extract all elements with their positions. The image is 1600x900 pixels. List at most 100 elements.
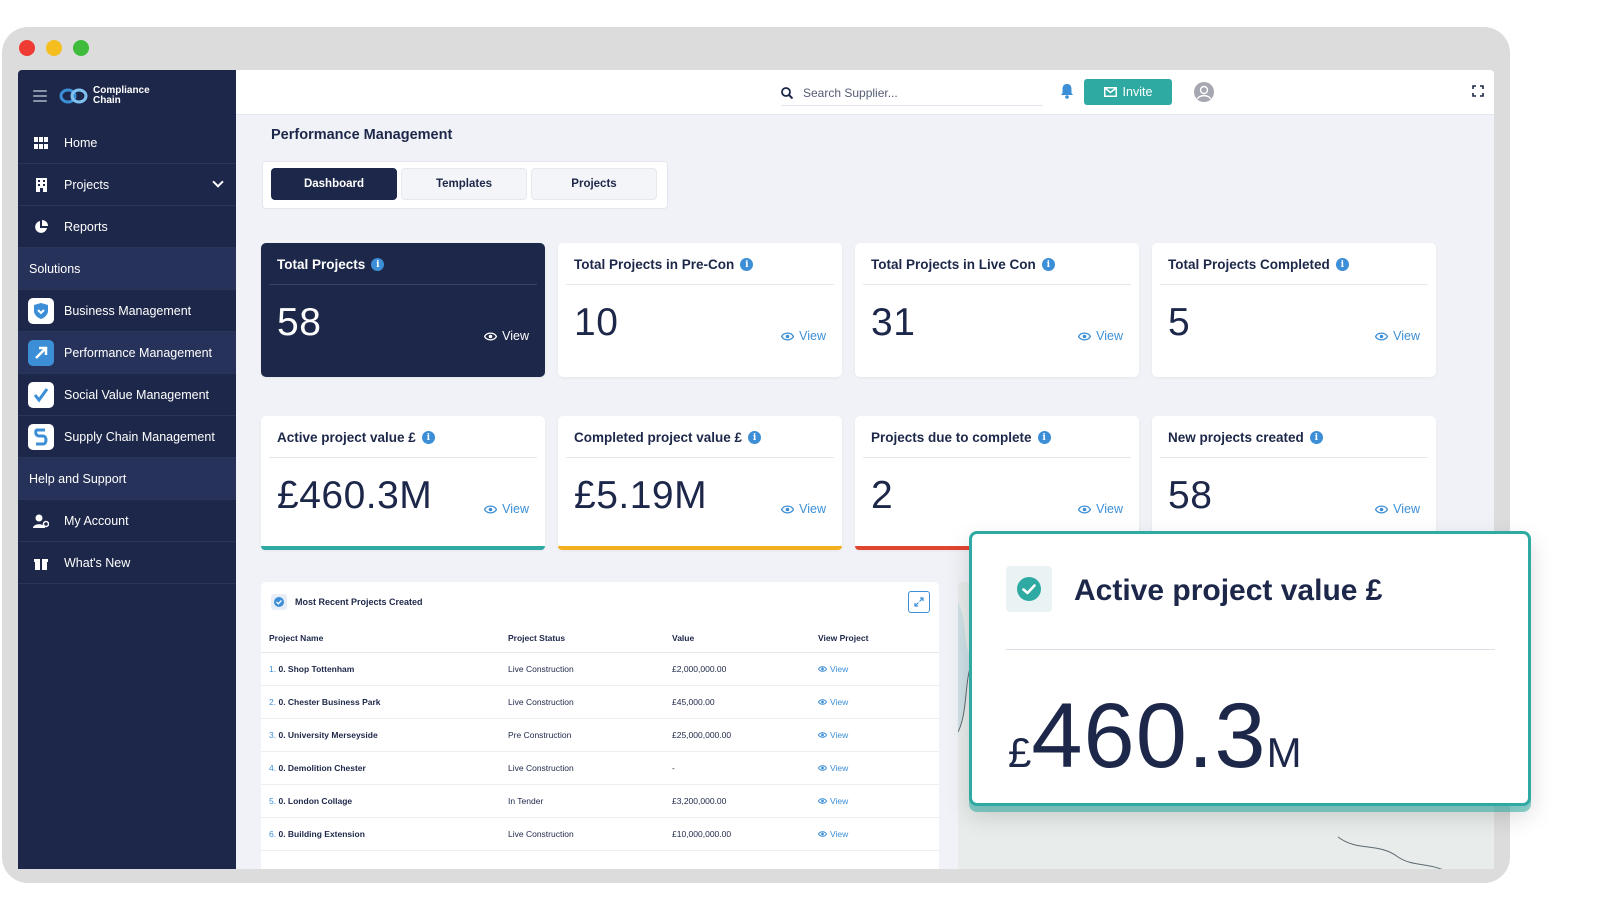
project-name: 0. London Collage — [278, 795, 353, 806]
tab-projects[interactable]: Projects — [531, 168, 657, 200]
view-link[interactable]: View — [781, 329, 826, 343]
card-title-text: Total Projects in Live Con — [871, 257, 1036, 272]
bell-icon[interactable] — [1060, 83, 1074, 99]
project-name-cell: 5. 0. London Collage — [261, 784, 500, 818]
view-label: View — [1096, 329, 1123, 343]
card-title-text: New projects created — [1168, 430, 1304, 445]
sidebar-item-label: Business Management — [64, 303, 192, 318]
table-row[interactable]: 5. 0. London Collage In Tender £3,200,00… — [261, 784, 939, 818]
view-cell: View — [810, 784, 939, 818]
stat-card-due-to-complete: Projects due to complete i 2 View — [855, 416, 1139, 550]
view-project-link[interactable]: View — [818, 664, 848, 674]
fullscreen-icon[interactable] — [1472, 85, 1484, 97]
view-project-link[interactable]: View — [818, 730, 848, 740]
close-window-dot[interactable] — [19, 40, 35, 56]
view-link[interactable]: View — [1078, 329, 1123, 343]
view-project-link[interactable]: View — [818, 796, 848, 806]
view-link[interactable]: View — [1375, 502, 1420, 516]
info-icon[interactable]: i — [421, 431, 435, 444]
card-title: Total Projects in Pre-Con i — [574, 257, 754, 272]
eye-icon — [818, 797, 827, 804]
divider — [269, 284, 537, 285]
eye-icon — [1375, 504, 1389, 514]
table-row[interactable]: 1. 0. Shop Tottenham Live Construction £… — [261, 652, 939, 686]
value-cell: - — [664, 751, 810, 785]
sidebar-item-performance-management[interactable]: Performance Management — [18, 332, 236, 374]
eye-icon — [818, 731, 827, 738]
sidebar-item-supply-chain-management[interactable]: Supply Chain Management — [18, 416, 236, 458]
arrow-up-right-icon — [28, 339, 54, 366]
info-icon[interactable]: i — [1037, 431, 1051, 444]
view-link[interactable]: View — [484, 329, 529, 343]
card-title-text: Total Projects — [277, 257, 366, 272]
recent-projects-table: Project Name Project Status Value View P… — [261, 624, 939, 851]
card-value: 31 — [871, 301, 916, 344]
card-title-text: Completed project value £ — [574, 430, 743, 445]
chevron-down-icon[interactable] — [212, 176, 224, 188]
invite-button[interactable]: Invite — [1084, 79, 1172, 105]
divider — [1160, 284, 1428, 285]
sidebar-item-business-management[interactable]: Business Management — [18, 290, 236, 332]
accent-bar — [558, 546, 842, 550]
column-header: Value — [664, 624, 810, 653]
expand-button[interactable] — [908, 591, 930, 613]
maximize-window-dot[interactable] — [73, 40, 89, 56]
row-number: 1. — [269, 663, 277, 674]
window-controls — [19, 40, 89, 56]
card-title: New projects created i — [1168, 430, 1323, 445]
view-link[interactable]: View — [484, 502, 529, 516]
row-number: 4. — [269, 762, 277, 773]
table-row[interactable]: 2. 0. Chester Business Park Live Constru… — [261, 685, 939, 719]
value-cell: £45,000.00 — [664, 685, 810, 719]
accent-bar — [261, 546, 545, 550]
divider — [863, 284, 1131, 285]
sidebar: Compliance Chain Home Projects Reports S… — [18, 70, 236, 869]
project-name-cell: 6. 0. Building Extension — [261, 817, 500, 851]
value-suffix: M — [1266, 729, 1302, 776]
info-icon[interactable]: i — [371, 258, 385, 271]
stat-card-pre-con: Total Projects in Pre-Con i 10 View — [558, 243, 842, 377]
view-label: View — [1393, 502, 1420, 516]
project-name-cell: 3. 0. University Merseyside — [261, 718, 500, 752]
view-label: View — [830, 795, 849, 806]
sidebar-item-projects[interactable]: Projects — [18, 164, 236, 206]
info-icon[interactable]: i — [1309, 431, 1323, 444]
view-project-link[interactable]: View — [818, 829, 848, 839]
sidebar-item-whats-new[interactable]: What's New — [18, 542, 236, 584]
view-project-link[interactable]: View — [818, 763, 848, 773]
sidebar-item-social-value-management[interactable]: Social Value Management — [18, 374, 236, 416]
card-title-text: Total Projects Completed — [1168, 257, 1330, 272]
row-number: 3. — [269, 729, 277, 740]
eye-icon — [781, 331, 795, 341]
tab-dashboard[interactable]: Dashboard — [271, 168, 397, 200]
logo-text: Compliance Chain — [93, 86, 150, 106]
info-icon[interactable]: i — [740, 258, 754, 271]
view-link[interactable]: View — [1078, 502, 1123, 516]
logo[interactable]: Compliance Chain — [59, 86, 150, 106]
sidebar-item-my-account[interactable]: My Account — [18, 500, 236, 542]
avatar[interactable] — [1194, 82, 1214, 102]
divider — [269, 457, 537, 458]
status-cell: Pre Construction — [500, 718, 664, 752]
sidebar-item-home[interactable]: Home — [18, 122, 236, 164]
view-link[interactable]: View — [781, 502, 826, 516]
minimize-window-dot[interactable] — [46, 40, 62, 56]
info-icon[interactable]: i — [1335, 258, 1349, 271]
column-header: Project Status — [500, 624, 664, 653]
tab-templates[interactable]: Templates — [401, 168, 527, 200]
table-row[interactable]: 3. 0. University Merseyside Pre Construc… — [261, 718, 939, 752]
active-value-popout-card: Active project value £ £ 460.3 M — [969, 531, 1531, 806]
info-icon[interactable]: i — [1041, 258, 1055, 271]
search-input[interactable]: Search Supplier... — [803, 86, 898, 100]
info-icon[interactable]: i — [748, 431, 762, 444]
sidebar-item-reports[interactable]: Reports — [18, 206, 236, 248]
table-row[interactable]: 6. 0. Building Extension Live Constructi… — [261, 817, 939, 851]
pie-chart-icon — [28, 214, 54, 240]
search-bar[interactable]: Search Supplier... — [781, 80, 1043, 106]
menu-icon[interactable] — [33, 90, 47, 102]
view-label: View — [1393, 329, 1420, 343]
view-project-link[interactable]: View — [818, 697, 848, 707]
view-link[interactable]: View — [1375, 329, 1420, 343]
table-row[interactable]: 4. 0. Demolition Chester Live Constructi… — [261, 751, 939, 785]
popout-title: Active project value £ — [1074, 574, 1383, 607]
